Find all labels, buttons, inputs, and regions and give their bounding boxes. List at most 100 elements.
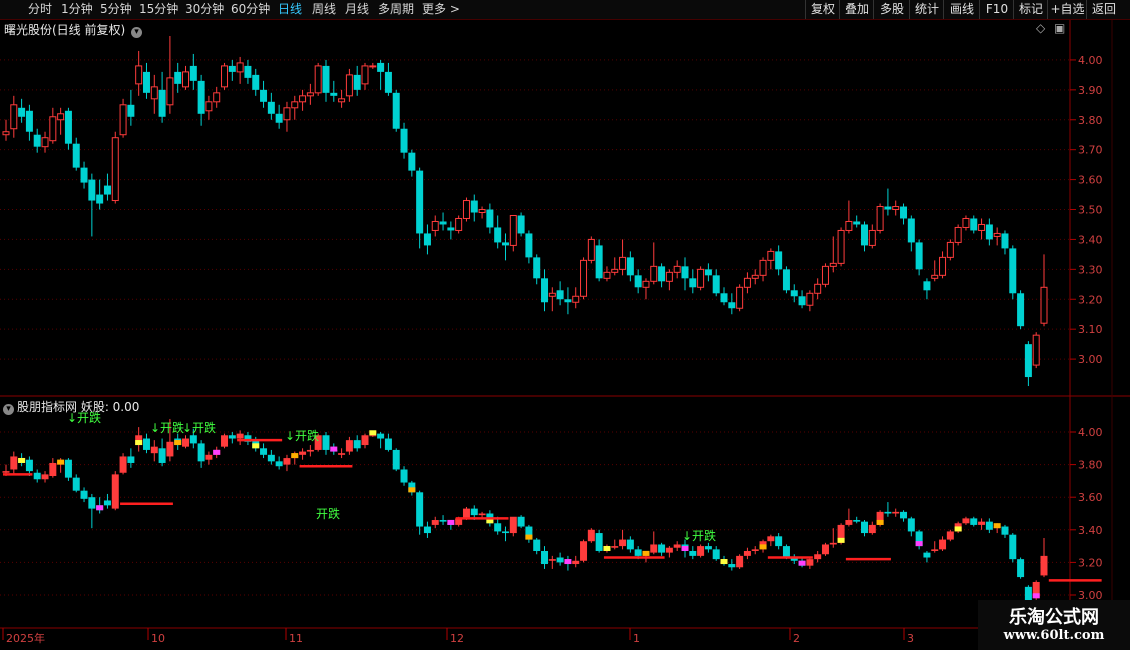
- ind-candle-body: [494, 523, 502, 532]
- ind-candle-body: [923, 552, 931, 558]
- ind-candle-body: [299, 451, 307, 455]
- candle-body: [681, 266, 689, 279]
- title-dropdown-icon[interactable]: ▾: [131, 27, 143, 38]
- candle-body: [306, 92, 314, 97]
- ind-candle-body: [743, 550, 751, 556]
- candle-body: [821, 265, 829, 285]
- candle-body: [533, 257, 541, 279]
- diamond-icon[interactable]: ◇: [1036, 21, 1045, 35]
- ind-candle-body: [673, 544, 681, 548]
- candle-body: [174, 71, 182, 84]
- candle-body: [626, 257, 634, 276]
- ind-candle-body: [80, 490, 88, 499]
- candle-body: [673, 265, 681, 273]
- candle-body: [1040, 286, 1048, 324]
- indicator-name: 股朋指标网 妖股: 0.00: [17, 400, 140, 414]
- candle-body: [954, 226, 962, 243]
- ind-candle-body: [439, 520, 447, 522]
- candle-body: [423, 233, 431, 246]
- ind-candle-body: [580, 541, 588, 561]
- ind-candle-body: [892, 511, 900, 514]
- ind-candle-body: [25, 459, 33, 472]
- candle-body: [244, 65, 252, 78]
- candle-body: [33, 134, 41, 147]
- candle-body: [299, 95, 307, 103]
- candle-body: [361, 65, 369, 85]
- ind-candle-body: [829, 542, 837, 545]
- ind-candle-body: [689, 550, 697, 556]
- candle-body: [322, 65, 330, 93]
- ind-candle-body: [377, 433, 385, 439]
- price-tick-label: 3.50: [1078, 204, 1103, 217]
- ind-accent: [915, 541, 923, 547]
- ind-accent: [174, 440, 182, 446]
- candle-body: [689, 278, 697, 288]
- candle-body: [751, 274, 759, 279]
- candle-body: [400, 128, 408, 153]
- ind-candle-body: [985, 521, 993, 530]
- signal-label: ↓开跌: [285, 428, 319, 443]
- candle-body: [197, 80, 205, 114]
- ind-candle-body: [931, 549, 939, 551]
- indicator-tick-label: 3.20: [1078, 556, 1103, 569]
- indicator-tick-label: 4.00: [1078, 426, 1103, 439]
- candle-body: [408, 152, 416, 171]
- candle-body: [517, 215, 525, 234]
- candle-body: [166, 77, 174, 106]
- ind-candle-body: [650, 544, 658, 553]
- ind-accent: [96, 505, 104, 511]
- price-tick-label: 3.00: [1078, 353, 1103, 366]
- ind-candle-body: [626, 539, 634, 550]
- candle-body: [353, 74, 361, 90]
- price-tick-label: 3.60: [1078, 174, 1103, 187]
- ind-accent: [564, 559, 572, 565]
- ind-candle-body: [103, 500, 111, 506]
- ind-candle-body: [361, 435, 369, 446]
- candle-body: [416, 170, 424, 234]
- candle-body: [283, 107, 291, 121]
- candle-body: [642, 280, 650, 288]
- ind-candle-body: [845, 520, 853, 525]
- time-label: 11: [289, 632, 303, 645]
- panel-toggle-icon[interactable]: ▣: [1054, 21, 1065, 35]
- ind-candle-body: [322, 435, 330, 450]
- candle-body: [158, 89, 166, 117]
- ind-candle-body: [119, 456, 127, 473]
- candle-body: [338, 98, 346, 103]
- main-chart-title: 曙光股份(日线 前复权) ▾: [4, 21, 143, 38]
- candle-body: [135, 65, 143, 85]
- candle-body: [525, 233, 533, 258]
- candle-body: [611, 268, 619, 273]
- ind-candle-body: [72, 477, 80, 491]
- indicator-tick-label: 3.40: [1078, 524, 1103, 537]
- ind-candle-body: [939, 539, 947, 550]
- ind-candle-body: [697, 546, 705, 556]
- ind-candle-body: [228, 435, 236, 439]
- candle-body: [907, 218, 915, 243]
- indicator-dropdown-icon[interactable]: ▾: [3, 404, 14, 415]
- ind-accent: [720, 559, 728, 565]
- candle-body: [470, 200, 478, 213]
- candle-body: [665, 271, 673, 282]
- candle-body: [541, 278, 549, 303]
- ind-candle-body: [665, 547, 673, 553]
- ind-candle-body: [946, 531, 954, 540]
- candle-body: [876, 206, 884, 231]
- ind-candle-body: [205, 454, 213, 460]
- ind-candle-body: [267, 454, 275, 462]
- candle-body: [369, 65, 377, 68]
- candle-body: [868, 229, 876, 246]
- ind-candle-body: [338, 453, 346, 455]
- ind-candle-body: [166, 441, 174, 457]
- ind-candle-body: [111, 474, 119, 509]
- ind-candle-body: [572, 560, 580, 565]
- candle-body: [650, 265, 658, 282]
- ind-candle-body: [49, 462, 57, 477]
- ind-candle-body: [400, 469, 408, 483]
- ind-candle-body: [41, 474, 49, 480]
- price-tick-label: 3.70: [1078, 144, 1103, 157]
- time-label: 2025年: [6, 631, 45, 645]
- candle-body: [478, 209, 486, 214]
- candle-body: [509, 214, 517, 246]
- candle-body: [743, 277, 751, 288]
